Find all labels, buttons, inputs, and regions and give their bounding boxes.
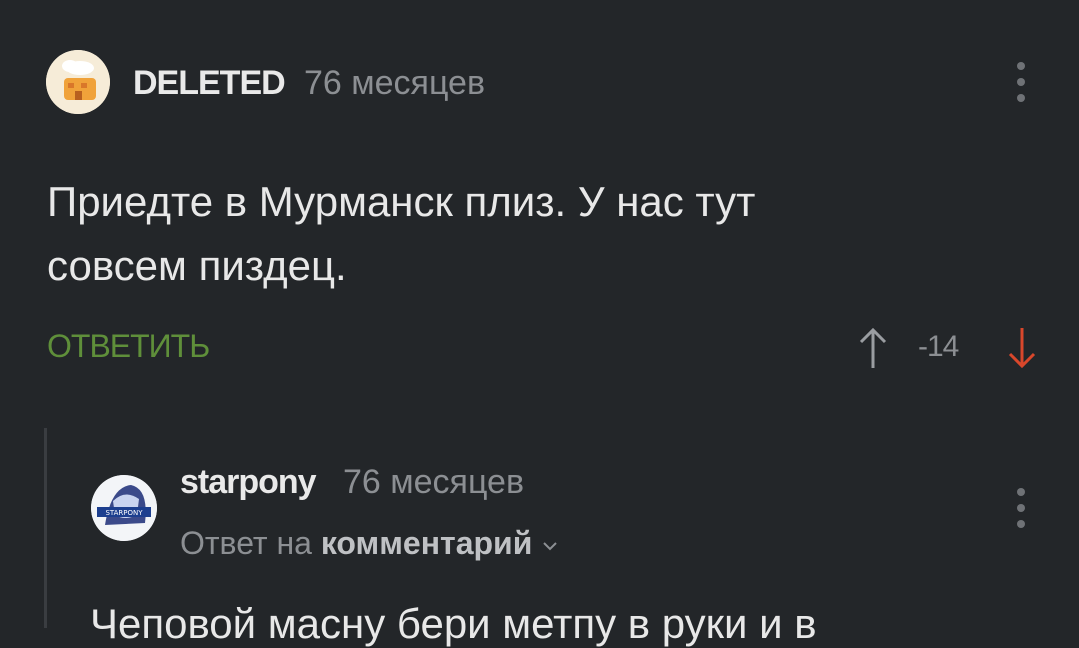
reply-to-link[interactable]: комментарий (321, 525, 533, 561)
reply-to-info: Ответ на комментарий (180, 525, 559, 562)
dot-icon (1017, 504, 1025, 512)
dot-icon (1017, 78, 1025, 86)
dot-icon (1017, 62, 1025, 70)
reply-to-prefix: Ответ на (180, 525, 312, 561)
comment-menu-button[interactable] (1006, 484, 1036, 534)
downvote-arrow-icon[interactable] (1005, 326, 1039, 370)
dot-icon (1017, 520, 1025, 528)
comment-text: Приедте в Мурманск плиз. У нас тут совсе… (47, 170, 947, 298)
avatar[interactable] (46, 50, 110, 114)
chevron-down-icon[interactable] (541, 539, 559, 553)
comment-time: 76 месяцев (343, 463, 525, 501)
comment-text: Чеповой масну бери метпу в руки и в (90, 600, 817, 647)
reply-button[interactable]: ОТВЕТИТЬ (47, 328, 210, 365)
author-name[interactable]: DELETED (133, 64, 286, 103)
anime-avatar-icon: STARPONY (91, 475, 157, 541)
dot-icon (1017, 488, 1025, 496)
upvote-arrow-icon[interactable] (856, 326, 890, 370)
comment-text-line: совсем пиздец. (47, 242, 347, 289)
comment-score: -14 (918, 330, 959, 363)
avatar[interactable]: STARPONY (91, 475, 157, 541)
thread-line (44, 428, 47, 628)
dot-icon (1017, 94, 1025, 102)
chef-hat-icon (46, 50, 110, 114)
avatar-label: STARPONY (105, 509, 143, 517)
comment-menu-button[interactable] (1006, 58, 1036, 108)
comment-time: 76 месяцев (304, 64, 486, 102)
comment-text-line: Приедте в Мурманск плиз. У нас тут (47, 178, 756, 225)
author-name[interactable]: starpony (180, 463, 317, 502)
